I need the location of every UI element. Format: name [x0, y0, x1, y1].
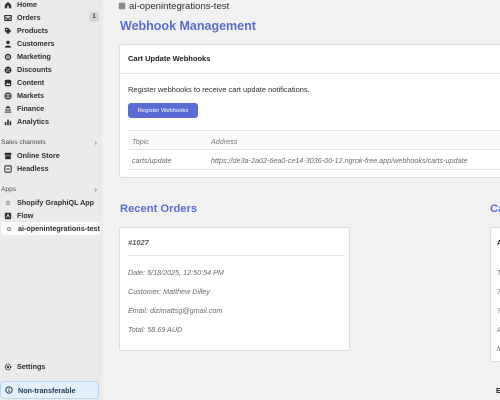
- sidebar-item-settings[interactable]: Settings: [0, 360, 103, 373]
- table-row: carts/update https://de3a-2a02-6ea0-ce14…: [128, 150, 500, 170]
- webhook-address: https://de3a-2a02-6ea0-ce14-3036-00-12.n…: [211, 156, 468, 165]
- sidebar-item-markets[interactable]: Markets: [0, 89, 103, 102]
- non-transferable-notice[interactable]: Non-transferable: [0, 381, 99, 399]
- sidebar-item-label: Settings: [17, 362, 46, 371]
- sidebar-item-home[interactable]: Home: [0, 0, 103, 11]
- bank-icon: [4, 105, 12, 113]
- order-id: #1027: [128, 238, 149, 247]
- page-title: Webhook Management: [120, 19, 256, 33]
- order-total: Total: 58.69 AUD: [128, 325, 183, 334]
- chevron-right-icon: ›: [94, 185, 97, 194]
- order-card[interactable]: #1027 Date: 5/18/2025, 12:50:54 PM Custo…: [119, 227, 350, 351]
- sidebar-item-products[interactable]: Products: [0, 24, 103, 37]
- sidebar-item-label: Flow: [17, 211, 34, 220]
- home-icon: [4, 1, 12, 9]
- cut-off-card: A T 7 7 A M: [490, 227, 500, 362]
- order-email: Email: dizimattsg@gmail.com: [128, 306, 223, 315]
- column-header-address: Address: [211, 137, 238, 146]
- gear-icon: [4, 363, 12, 371]
- sidebar-item-label: Online Store: [17, 151, 60, 160]
- non-transferable-label: Non-transferable: [18, 385, 76, 395]
- sidebar-item-online-store[interactable]: Online Store: [0, 149, 103, 162]
- sidebar-item-label: Home: [17, 0, 37, 9]
- info-icon: [5, 386, 13, 394]
- sidebar-item-finance[interactable]: Finance: [0, 102, 103, 115]
- sidebar-item-label: Customers: [17, 39, 55, 48]
- webhook-card-title: Cart Update Webhooks: [128, 54, 211, 63]
- sales-channels-label: Sales channels: [1, 138, 46, 146]
- register-webhooks-button[interactable]: Register Webhooks: [128, 103, 198, 118]
- sidebar-item-label: Markets: [17, 91, 45, 100]
- app-dot-icon: [5, 225, 13, 233]
- sidebar-item-customers[interactable]: Customers: [0, 37, 103, 50]
- sidebar-item-label: Marketing: [17, 52, 51, 61]
- sidebar-item-label: Finance: [17, 104, 45, 113]
- content-icon: [4, 79, 12, 87]
- sidebar-item-content[interactable]: Content: [0, 76, 103, 89]
- sidebar-item-ai-openintegrations-test[interactable]: ai-openintegrations-test: [1, 222, 100, 235]
- globe-icon: [4, 91, 12, 100]
- target-icon: [4, 53, 12, 61]
- app-dot-icon: [4, 199, 12, 207]
- webhook-card: Cart Update Webhooks Register webhooks t…: [119, 44, 500, 178]
- cut-bottom-text: E: [496, 386, 500, 395]
- column-header-topic: Topic: [132, 137, 149, 146]
- flow-icon: [4, 212, 12, 220]
- sidebar-item-label: Discounts: [17, 65, 52, 74]
- webhook-description: Register webhooks to receive cart update…: [128, 85, 310, 94]
- webhook-table: Topic Address carts/update https://de3a-…: [128, 130, 500, 170]
- apps-label: Apps: [1, 185, 17, 193]
- chevron-right-icon: ›: [94, 138, 97, 147]
- sidebar-item-label: Products: [17, 26, 49, 35]
- sidebar-item-headless[interactable]: Headless: [0, 162, 103, 175]
- sidebar-item-flow[interactable]: Flow: [0, 209, 103, 222]
- order-date: Date: 5/18/2025, 12:50:54 PM: [128, 268, 224, 277]
- sidebar-item-orders[interactable]: Orders 1: [0, 11, 103, 24]
- discount-icon: [4, 66, 12, 74]
- orders-count-badge: 1: [89, 12, 99, 22]
- sidebar-item-label: Content: [17, 78, 45, 87]
- app-icon: [118, 2, 126, 10]
- divider: [128, 255, 343, 256]
- sidebar-item-label: Analytics: [17, 117, 49, 126]
- cut-section-title: Ca: [490, 203, 500, 215]
- sidebar-item-label: ai-openintegrations-test: [18, 224, 100, 233]
- sidebar-item-label: Headless: [17, 164, 49, 173]
- sidebar-item-label: Orders: [17, 13, 41, 22]
- divider: [120, 73, 500, 74]
- sidebar-item-shopify-graphiql-app[interactable]: Shopify GraphiQL App: [0, 196, 103, 209]
- app-name: ai-openintegrations-test: [129, 0, 230, 12]
- sidebar-item-discounts[interactable]: Discounts: [0, 63, 103, 76]
- sidebar-item-analytics[interactable]: Analytics: [0, 115, 103, 128]
- person-icon: [4, 40, 12, 48]
- tag-icon: [4, 27, 12, 35]
- apps-heading[interactable]: Apps ›: [0, 183, 103, 195]
- app-header: ai-openintegrations-test: [118, 0, 229, 12]
- table-header-row: Topic Address: [128, 131, 500, 150]
- webhook-topic: carts/update: [132, 156, 172, 165]
- headless-icon: [4, 164, 12, 173]
- recent-orders-title: Recent Orders: [120, 203, 198, 215]
- sales-channels-heading[interactable]: Sales channels ›: [0, 136, 103, 148]
- sidebar-item-marketing[interactable]: Marketing: [0, 50, 103, 63]
- chart-icon: [4, 118, 12, 126]
- orders-icon: [4, 14, 12, 22]
- sidebar-item-label: Shopify GraphiQL App: [17, 198, 95, 207]
- store-icon: [4, 152, 12, 160]
- sidebar: Home Orders 1 Products Customers Marketi…: [0, 0, 103, 400]
- order-customer: Customer: Matthew Dilley: [128, 287, 210, 296]
